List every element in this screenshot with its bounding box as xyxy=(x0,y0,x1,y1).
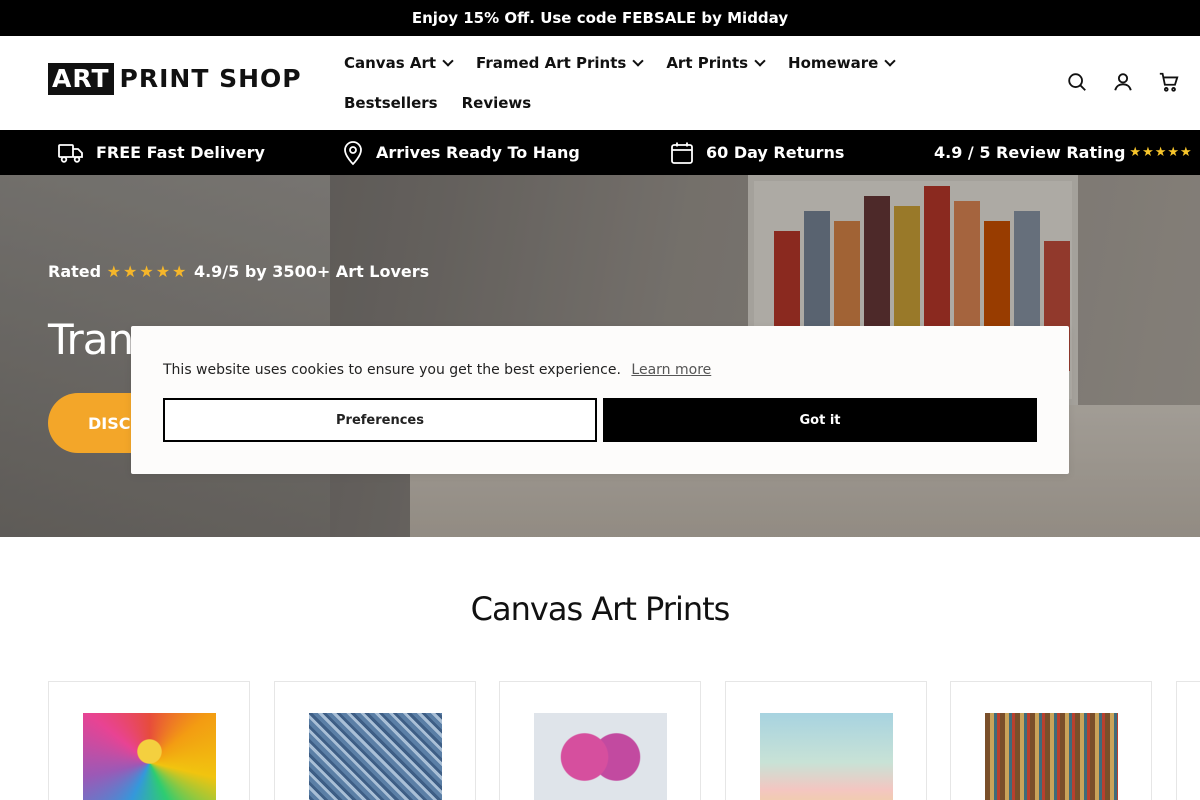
usp-label: Arrives Ready To Hang xyxy=(376,143,580,162)
cookie-message: This website uses cookies to ensure you … xyxy=(163,362,711,378)
product-image xyxy=(985,713,1118,800)
main-nav: Canvas Art Framed Art Prints Art Prints … xyxy=(344,51,1004,131)
nav-item-canvas-art[interactable]: Canvas Art xyxy=(344,51,454,75)
cookie-message-text: This website uses cookies to ensure you … xyxy=(163,362,621,378)
product-card[interactable] xyxy=(274,681,476,800)
product-card[interactable] xyxy=(48,681,250,800)
account-icon[interactable] xyxy=(1112,71,1134,93)
product-card[interactable] xyxy=(1176,681,1200,800)
usp-bar: FREE Fast Delivery Arrives Ready To Hang… xyxy=(0,130,1200,175)
accept-cookies-button[interactable]: Got it xyxy=(603,398,1037,442)
nav-label: Bestsellers xyxy=(344,94,438,112)
chevron-down-icon xyxy=(632,54,644,67)
usp-delivery: FREE Fast Delivery xyxy=(58,130,265,175)
search-icon[interactable] xyxy=(1066,71,1088,93)
rating-stars: ★★★★★ xyxy=(1129,145,1193,160)
product-image xyxy=(760,713,893,800)
preferences-button[interactable]: Preferences xyxy=(163,398,597,442)
preferences-label: Preferences xyxy=(336,412,424,428)
hero-rating: Rated ★★★★★ 4.9/5 by 3500+ Art Lovers xyxy=(48,262,429,281)
announcement-bar: Enjoy 15% Off. Use code FEBSALE by Midda… xyxy=(0,0,1200,36)
chevron-down-icon xyxy=(442,54,454,67)
rating-stars: ★★★★★ xyxy=(106,262,189,281)
usp-ready-to-hang: Arrives Ready To Hang xyxy=(342,130,580,175)
calendar-icon xyxy=(671,142,693,164)
site-header: ART PRINT SHOP Canvas Art Framed Art Pri… xyxy=(0,36,1200,130)
learn-more-link[interactable]: Learn more xyxy=(631,362,711,378)
chevron-down-icon xyxy=(754,54,766,67)
nav-item-framed-art-prints[interactable]: Framed Art Prints xyxy=(476,51,644,75)
usp-label: 4.9 / 5 Review Rating xyxy=(934,143,1126,162)
product-carousel xyxy=(48,681,1200,800)
location-pin-icon xyxy=(344,140,362,165)
nav-label: Homeware xyxy=(788,54,879,72)
accept-label: Got it xyxy=(799,412,841,428)
rating-prefix: Rated xyxy=(48,262,102,281)
nav-label: Framed Art Prints xyxy=(476,54,627,72)
product-card[interactable] xyxy=(950,681,1152,800)
truck-icon xyxy=(58,143,83,163)
logo-box: ART xyxy=(48,63,114,95)
rating-suffix: 4.9/5 by 3500+ Art Lovers xyxy=(193,262,430,281)
nav-item-reviews[interactable]: Reviews xyxy=(462,91,532,115)
nav-item-bestsellers[interactable]: Bestsellers xyxy=(344,91,438,115)
product-card[interactable] xyxy=(499,681,701,800)
section-title: Canvas Art Prints xyxy=(470,590,731,628)
usp-rating: 4.9 / 5 Review Rating ★★★★★ xyxy=(934,130,1193,175)
site-logo[interactable]: ART PRINT SHOP xyxy=(48,63,302,95)
logo-text: PRINT SHOP xyxy=(119,64,302,93)
header-icons xyxy=(1042,71,1180,93)
usp-label: 60 Day Returns xyxy=(706,143,845,162)
chevron-down-icon xyxy=(884,54,896,67)
cookie-banner: This website uses cookies to ensure you … xyxy=(131,326,1069,474)
nav-label: Reviews xyxy=(461,94,532,112)
nav-item-homeware[interactable]: Homeware xyxy=(788,51,896,75)
announcement-text: Enjoy 15% Off. Use code FEBSALE by Midda… xyxy=(411,9,789,27)
product-card[interactable] xyxy=(725,681,927,800)
nav-label: Canvas Art xyxy=(344,54,437,72)
product-image xyxy=(83,713,216,800)
usp-returns: 60 Day Returns xyxy=(670,130,844,175)
usp-label: FREE Fast Delivery xyxy=(96,143,265,162)
nav-item-art-prints[interactable]: Art Prints xyxy=(666,51,766,75)
product-image xyxy=(309,713,442,800)
product-image xyxy=(534,713,667,800)
nav-label: Art Prints xyxy=(666,54,749,72)
cart-icon[interactable] xyxy=(1158,71,1180,93)
